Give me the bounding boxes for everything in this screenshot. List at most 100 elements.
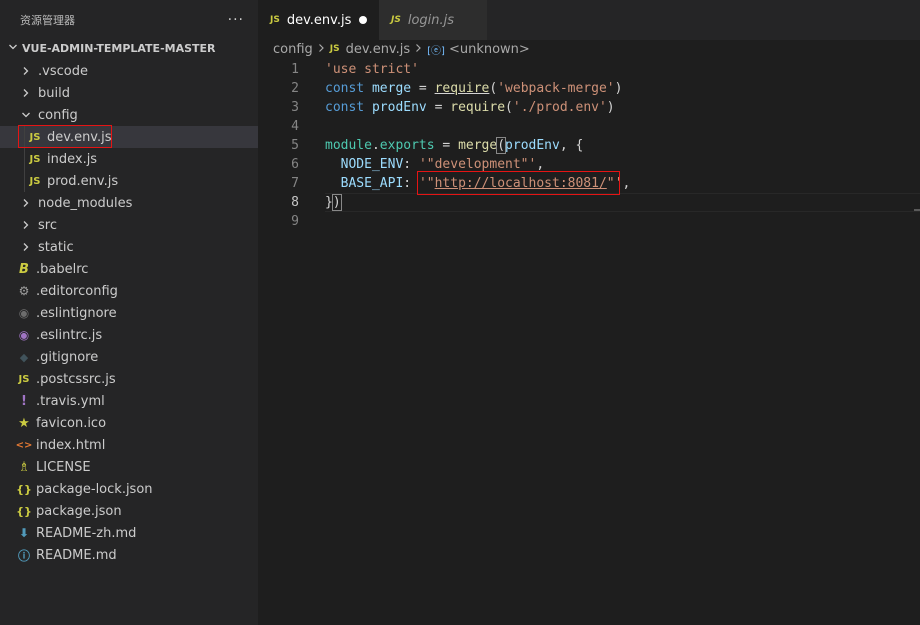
annotation-box-base-api	[417, 171, 620, 195]
chevron-right-icon	[20, 88, 32, 98]
chevron-down-icon	[20, 110, 32, 120]
eslint-icon: ◉	[18, 328, 30, 342]
chevron-right-icon	[20, 198, 32, 208]
star-icon: ★	[18, 415, 30, 431]
tree-file-eslintignore[interactable]: ◉ .eslintignore	[0, 302, 258, 324]
line-number: 2	[291, 81, 299, 96]
tree-file-label: prod.env.js	[47, 173, 119, 189]
more-actions-icon[interactable]: ···	[228, 12, 244, 28]
tab-dev-env[interactable]: JS dev.env.js	[258, 0, 379, 40]
gear-icon: ⚙	[18, 284, 30, 298]
paren-token: (	[505, 100, 513, 115]
code-line: 1 'use strict'	[258, 60, 920, 79]
code-text: module.exports = merge(prodEnv, {	[325, 137, 584, 154]
tree-file-prod-env[interactable]: JS prod.env.js	[0, 170, 258, 192]
line-number: 4	[291, 119, 299, 134]
tree-file-label: README-zh.md	[36, 525, 137, 541]
code-text: })	[325, 194, 342, 211]
tree-file-editorconfig[interactable]: ⚙ .editorconfig	[0, 280, 258, 302]
chevron-right-icon	[415, 43, 422, 56]
code-text: const prodEnv = require('./prod.env')	[325, 100, 615, 115]
paren-token: )	[331, 194, 342, 211]
js-file-icon: JS	[391, 15, 401, 25]
explorer-header: 资源管理器 ···	[0, 0, 258, 40]
tree-file-label: README.md	[36, 547, 117, 563]
tab-login[interactable]: JS login.js	[379, 0, 487, 40]
property-key-token: BASE_API	[340, 176, 404, 191]
tree-file-travis[interactable]: ! .travis.yml	[0, 390, 258, 412]
punct-token: , {	[559, 138, 584, 153]
tree-file-index-html[interactable]: <> index.html	[0, 434, 258, 456]
tree-folder-build[interactable]: build	[0, 82, 258, 104]
tree-folder-node-modules[interactable]: node_modules	[0, 192, 258, 214]
module-token: module	[325, 138, 372, 153]
tree-file-index-js[interactable]: JS index.js	[0, 148, 258, 170]
tree-file-label: package.json	[36, 503, 122, 519]
tree-file-readme-zh[interactable]: ⬇ README-zh.md	[0, 522, 258, 544]
breadcrumb-symbol[interactable]: <unknown>	[449, 42, 530, 57]
breadcrumb-folder[interactable]: config	[273, 42, 313, 57]
project-name: VUE-ADMIN-TEMPLATE-MASTER	[22, 41, 216, 55]
tree-folder-label: node_modules	[38, 195, 133, 211]
operator-token: =	[411, 81, 435, 96]
chevron-right-icon	[20, 242, 32, 252]
function-token: merge	[458, 138, 498, 153]
tree-folder-src[interactable]: src	[0, 214, 258, 236]
paren-token: (	[496, 137, 507, 154]
tree-file-gitignore[interactable]: ◆ .gitignore	[0, 346, 258, 368]
tree-file-package-lock[interactable]: {} package-lock.json	[0, 478, 258, 500]
unsaved-dot-icon[interactable]	[359, 16, 367, 24]
code-text: 'use strict'	[325, 62, 419, 77]
line-number: 1	[291, 62, 299, 77]
breadcrumb: config JS dev.env.js [ⓔ] <unknown>	[258, 39, 920, 59]
code-text: NODE_ENV: '"development"',	[325, 157, 545, 172]
tree-folder-static[interactable]: static	[0, 236, 258, 258]
symbol-variable-icon: [ⓔ]	[427, 45, 445, 57]
json-file-icon: {}	[16, 482, 32, 496]
tree-folder-vscode[interactable]: .vscode	[0, 60, 258, 82]
property-token: exports	[379, 138, 435, 153]
tree-file-package-json[interactable]: {} package.json	[0, 500, 258, 522]
tree-folder-label: config	[38, 107, 78, 123]
tree-folder-label: src	[38, 217, 57, 233]
comma-token: ,	[622, 176, 631, 191]
tree-file-eslintrc[interactable]: ◉ .eslintrc.js	[0, 324, 258, 346]
operator-token: =	[434, 138, 459, 153]
code-editor[interactable]: 1 'use strict' 2 const merge = require('…	[258, 60, 920, 231]
tree-folder-label: .vscode	[38, 63, 88, 79]
git-icon: ◆	[19, 350, 29, 364]
operator-token: =	[426, 100, 451, 115]
string-token: 'use strict'	[325, 62, 419, 77]
tree-file-babelrc[interactable]: B .babelrc	[0, 258, 258, 280]
tree-folder-label: build	[38, 85, 70, 101]
scrollbar-marker[interactable]	[914, 209, 920, 211]
line-number: 3	[291, 100, 299, 115]
tab-label: dev.env.js	[286, 12, 352, 28]
code-line: 3 const prodEnv = require('./prod.env')	[258, 98, 920, 117]
js-file-icon: JS	[329, 44, 340, 54]
explorer-title: 资源管理器	[20, 14, 75, 27]
license-icon: ♗	[18, 459, 30, 475]
tree-file-readme[interactable]: ⓘ README.md	[0, 544, 258, 566]
variable-token: merge	[371, 81, 412, 96]
tree-file-label: .eslintignore	[36, 305, 117, 321]
string-token: '"development"'	[418, 157, 537, 172]
string-token: './prod.env'	[512, 100, 607, 115]
eslint-ignore-icon: ◉	[18, 306, 30, 320]
tree-file-postcssrc[interactable]: JS .postcssrc.js	[0, 368, 258, 390]
paren-token: )	[614, 81, 623, 96]
json-file-icon: {}	[16, 504, 32, 518]
code-line: 5 module.exports = merge(prodEnv, {	[258, 136, 920, 155]
line-number: 5	[291, 138, 299, 153]
tree-folder-config[interactable]: config	[0, 104, 258, 126]
tree-file-label: .babelrc	[36, 261, 89, 277]
project-section-header[interactable]: VUE-ADMIN-TEMPLATE-MASTER	[0, 38, 258, 58]
tree-file-label: .eslintrc.js	[36, 327, 103, 343]
tree-folder-label: static	[38, 239, 74, 255]
tree-file-label: package-lock.json	[36, 481, 153, 497]
tree-file-license[interactable]: ♗ LICENSE	[0, 456, 258, 478]
tree-file-label: .travis.yml	[36, 393, 105, 409]
breadcrumb-file[interactable]: dev.env.js	[346, 42, 411, 57]
tree-file-favicon[interactable]: ★ favicon.ico	[0, 412, 258, 434]
chevron-right-icon	[20, 220, 32, 230]
